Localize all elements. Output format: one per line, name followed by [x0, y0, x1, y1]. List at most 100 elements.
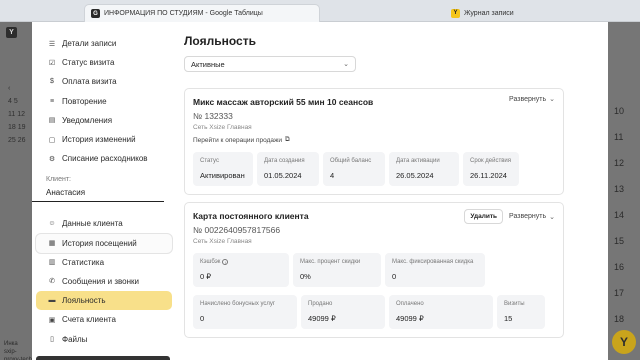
client-name-field[interactable]: Анастасия	[32, 188, 164, 203]
background-hours: 10 11 12 13 14 15 16 17 18	[614, 98, 624, 332]
sidebar-item-loyalty[interactable]: ▬ Лояльность	[36, 291, 172, 311]
field-max-discount-percent: Макс. процент скидки 0%	[293, 253, 381, 287]
sidebar-item-messages[interactable]: ✆ Сообщения и звонки	[36, 272, 172, 291]
field-value: 49099 ₽	[308, 314, 336, 323]
field-status: Статус Активирован	[193, 152, 253, 186]
yclients-icon: Y	[451, 8, 460, 18]
sidebar-item-label: Файлы	[62, 334, 88, 344]
sidebar-item-status[interactable]: ☑ Статус визита	[36, 53, 172, 72]
sidebar-item-statistics[interactable]: ▥ Статистика	[36, 253, 172, 272]
field-valid-until: Срок действия 26.11.2024	[463, 152, 519, 186]
field-visits: Визиты 15	[497, 295, 545, 329]
field-label: Макс. процент скидки	[300, 259, 361, 265]
info-icon[interactable]: i	[222, 259, 229, 265]
sheets-icon: G	[91, 9, 100, 18]
field-value: 26.05.2024	[396, 171, 434, 180]
field-value: 01.05.2024	[264, 171, 302, 180]
loyalty-card: Удалить Развернуть ⌄ Карта постоянного к…	[184, 202, 564, 338]
user-icon: ☺	[48, 220, 56, 228]
hour-label: 14	[614, 210, 625, 220]
calendar-row: 25 26	[8, 137, 26, 144]
footer-line: Инка	[4, 341, 18, 347]
field-label: Продано	[308, 301, 333, 307]
field-label: Оплачено	[396, 301, 424, 307]
field-cashback: Кэшбэк i 0 ₽	[193, 253, 289, 287]
browser-tab-label: ИНФОРМАЦИЯ ПО СТУДИЯМ - Google Таблицы	[104, 10, 263, 17]
sidebar-item-visit-history[interactable]: ▦ История посещений	[36, 233, 172, 253]
field-value: 0 ₽	[200, 272, 212, 281]
field-value: 4	[330, 171, 335, 180]
hour-label: 13	[614, 184, 625, 194]
sidebar-item-payment[interactable]: $ Оплата визита	[36, 72, 172, 91]
status-filter-value: Активные	[191, 59, 225, 69]
sidebar-item-accounts[interactable]: ▣ Счета клиента	[36, 310, 172, 329]
field-value: 0	[200, 314, 205, 323]
browser-tab-sheets[interactable]: G ИНФОРМАЦИЯ ПО СТУДИЯМ - Google Таблицы	[84, 4, 320, 22]
repeat-icon: ≡	[49, 97, 55, 105]
calendar-row: 11 12	[8, 111, 25, 118]
sidebar-item-client-data[interactable]: ☺ Данные клиента	[36, 214, 172, 233]
chevron-down-icon: ⌄	[549, 213, 555, 221]
sidebar-item-consumables[interactable]: ⚙ Списание расходников	[36, 149, 172, 168]
browser-tab-strip: G ИНФОРМАЦИЯ ПО СТУДИЯМ - Google Таблицы…	[0, 0, 640, 22]
field-label: Начислено бонусных услуг	[200, 301, 276, 307]
sidebar-item-label: Лояльность	[62, 296, 106, 306]
sale-operation-link[interactable]: Перейти к операции продажи ⧉	[193, 136, 555, 144]
field-label: Дата активации	[396, 158, 440, 164]
delete-button[interactable]: Удалить	[464, 209, 504, 224]
background-calendar: ‹ 4 5 11 12 18 19 25 26	[8, 82, 26, 147]
field-value: 0	[392, 272, 397, 281]
card-fields-row-1: Кэшбэк i 0 ₽ Макс. процент скидки 0% Мак…	[193, 253, 555, 287]
expand-label: Развернуть	[509, 213, 547, 220]
sidebar-item-label: Статистика	[62, 257, 105, 267]
sidebar-item-notifications[interactable]: ▤ Уведомления	[36, 111, 172, 130]
list-icon: ☰	[48, 40, 56, 48]
calendar-row: 18 19	[8, 124, 26, 131]
app-logo-icon: Y	[6, 27, 17, 38]
sidebar-item-history[interactable]: ▢ История изменений	[36, 130, 172, 149]
status-filter-select[interactable]: Активные ⌄	[184, 56, 356, 72]
sale-operation-label: Перейти к операции продажи	[193, 136, 282, 144]
hour-label: 18	[614, 314, 625, 324]
hour-label: 10	[614, 106, 625, 116]
card-icon: ▬	[48, 297, 56, 305]
field-label: Статус	[200, 158, 219, 164]
sidebar-item-repeat[interactable]: ≡ Повторение	[36, 92, 172, 111]
subscription-name: Микс массаж авторский 55 мин 10 сеансов	[193, 97, 374, 107]
assistant-fab-icon[interactable]: Y	[612, 330, 636, 354]
field-created: Дата создания 01.05.2024	[257, 152, 319, 186]
calendar-row: 4 5	[8, 98, 18, 105]
client-block: Клиент: Анастасия	[32, 176, 174, 203]
history-icon: ▢	[48, 136, 56, 144]
field-label: Общий баланс	[330, 158, 372, 164]
sidebar-item-label: История изменений	[62, 135, 136, 145]
client-label: Клиент:	[46, 176, 71, 184]
hour-label: 12	[614, 158, 625, 168]
browser-tab-label: Журнал записи	[464, 9, 514, 17]
hour-label: 16	[614, 262, 625, 272]
sidebar-item-label: Повторение	[62, 96, 107, 106]
hour-label: 17	[614, 288, 625, 298]
sidebar-item-label: Списание расходников	[62, 154, 148, 164]
field-sold: Продано 49099 ₽	[301, 295, 385, 329]
browser-tab-journal[interactable]: Y Журнал записи	[445, 4, 520, 22]
sidebar-item-label: Счета клиента	[62, 315, 116, 325]
sidebar-item-details[interactable]: ☰ Детали записи	[36, 34, 172, 53]
calendar-row: ‹	[8, 85, 11, 92]
field-activated: Дата активации 26.05.2024	[389, 152, 459, 186]
subscription-network: Сеть Xsize Главная	[193, 124, 252, 131]
page-title: Лояльность	[184, 34, 256, 48]
sidebar-item-label: Сообщения и звонки	[62, 276, 139, 286]
expand-button[interactable]: Развернуть ⌄	[509, 95, 555, 104]
hour-label: 15	[614, 236, 625, 246]
sidebar-item-files[interactable]: ▯ Файлы	[36, 329, 172, 348]
expand-button[interactable]: Развернуть ⌄	[509, 213, 555, 221]
dollar-icon: $	[50, 78, 54, 86]
check-icon: ☑	[48, 59, 56, 67]
field-value: 26.11.2024	[470, 171, 507, 180]
footer-line: sxip-proxy-tech	[4, 349, 33, 360]
card-number: № 0022640957817566	[193, 225, 281, 235]
sidebar-item-label: Данные клиента	[62, 219, 123, 229]
phone-icon: ✆	[49, 278, 55, 286]
field-value: 15	[504, 314, 513, 323]
